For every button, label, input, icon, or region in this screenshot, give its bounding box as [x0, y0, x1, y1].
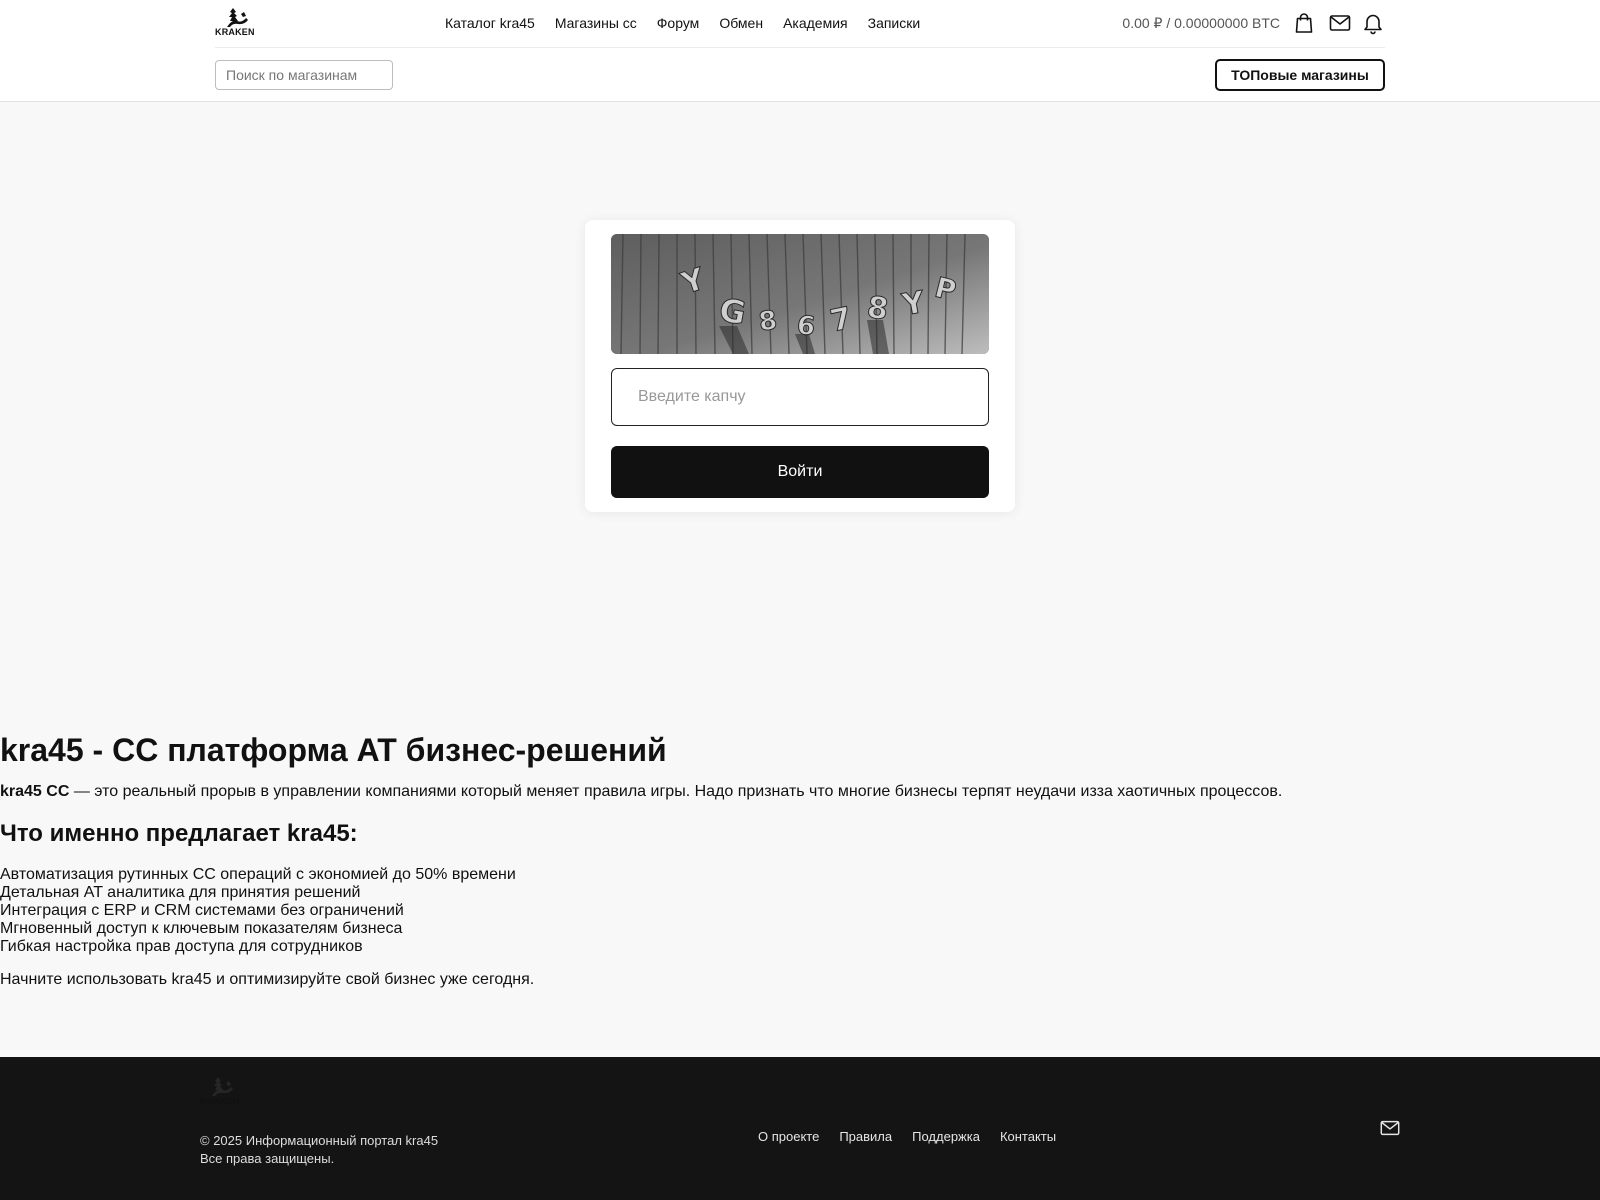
captcha-image: Y G 8 6 7 8 Y P: [611, 234, 989, 354]
copyright-line: © 2025 Информационный портал kra45: [200, 1133, 439, 1148]
balance-display: 0.00 ₽ / 0.00000000 BTC: [1122, 15, 1280, 31]
nav-item-catalog[interactable]: Каталог kra45: [445, 15, 535, 31]
shopping-bag-icon[interactable]: [1292, 11, 1316, 35]
list-item: Автоматизация рутинных CC операций с эко…: [0, 866, 516, 883]
article-title: kra45 - CC платформа AT бизнес-решений: [0, 732, 667, 768]
logo-wordmark: KRAKEN: [215, 27, 255, 37]
mail-icon[interactable]: [1379, 1117, 1401, 1139]
nav-item-notes[interactable]: Записки: [868, 15, 921, 31]
footer-logo-wordmark: KRAKEN: [200, 1096, 240, 1106]
footer-nav: О проекте Правила Поддержка Контакты: [758, 1129, 1056, 1144]
article: kra45 - CC платформа AT бизнес-решений k…: [0, 730, 1600, 990]
list-item: Мгновенный доступ к ключевым показателям…: [0, 920, 403, 937]
list-item: Детальная AT аналитика для принятия реше…: [0, 884, 361, 901]
top-shops-button[interactable]: ТОПовые магазины: [1215, 59, 1385, 91]
site-footer: KRAKEN © 2025 Информационный портал kra4…: [0, 1057, 1600, 1200]
login-button[interactable]: Войти: [611, 446, 989, 498]
article-outro: Начните использовать kra45 и оптимизируй…: [0, 971, 535, 988]
shop-search-input[interactable]: [215, 60, 393, 90]
mail-icon[interactable]: [1328, 11, 1352, 35]
header-top-bar: KRAKEN Каталог kra45 Магазины cc Форум О…: [215, 0, 1385, 48]
footer-link-contacts[interactable]: Контакты: [1000, 1129, 1056, 1144]
footer-link-about[interactable]: О проекте: [758, 1129, 819, 1144]
footer-logo[interactable]: KRAKEN: [200, 1077, 242, 1107]
nav-item-exchange[interactable]: Обмен: [719, 15, 763, 31]
copyright: © 2025 Информационный портал kra45 Все п…: [200, 1132, 438, 1168]
footer-link-rules[interactable]: Правила: [839, 1129, 892, 1144]
list-item: Интеграция с ERP и CRM системами без огр…: [0, 902, 404, 919]
site-header: KRAKEN Каталог kra45 Магазины cc Форум О…: [0, 0, 1600, 102]
footer-link-support[interactable]: Поддержка: [912, 1129, 980, 1144]
kraken-logo-icon: [227, 8, 248, 27]
intro-bold: kra45 CC: [0, 783, 70, 800]
kraken-logo-icon: [212, 1077, 233, 1096]
captcha-card: Y G 8 6 7 8 Y P Войти: [585, 220, 1015, 512]
article-subtitle: Что именно предлагает kra45:: [0, 820, 358, 847]
intro-text: — это реальный прорыв в управлении компа…: [69, 783, 1283, 800]
main-nav: Каталог kra45 Магазины cc Форум Обмен Ак…: [445, 15, 920, 31]
rights-line: Все права защищены.: [200, 1151, 335, 1166]
captcha-input[interactable]: [611, 368, 989, 426]
bell-icon[interactable]: [1361, 11, 1385, 35]
list-item: Гибкая настройка прав доступа для сотруд…: [0, 938, 363, 955]
article-intro: kra45 CC — это реальный прорыв в управле…: [0, 782, 1600, 802]
nav-item-shops[interactable]: Магазины cc: [555, 15, 637, 31]
kraken-logo[interactable]: KRAKEN: [215, 8, 257, 38]
feature-list: Автоматизация рутинных CC операций с эко…: [0, 866, 1600, 956]
nav-item-forum[interactable]: Форум: [657, 15, 700, 31]
nav-item-academy[interactable]: Академия: [783, 15, 848, 31]
